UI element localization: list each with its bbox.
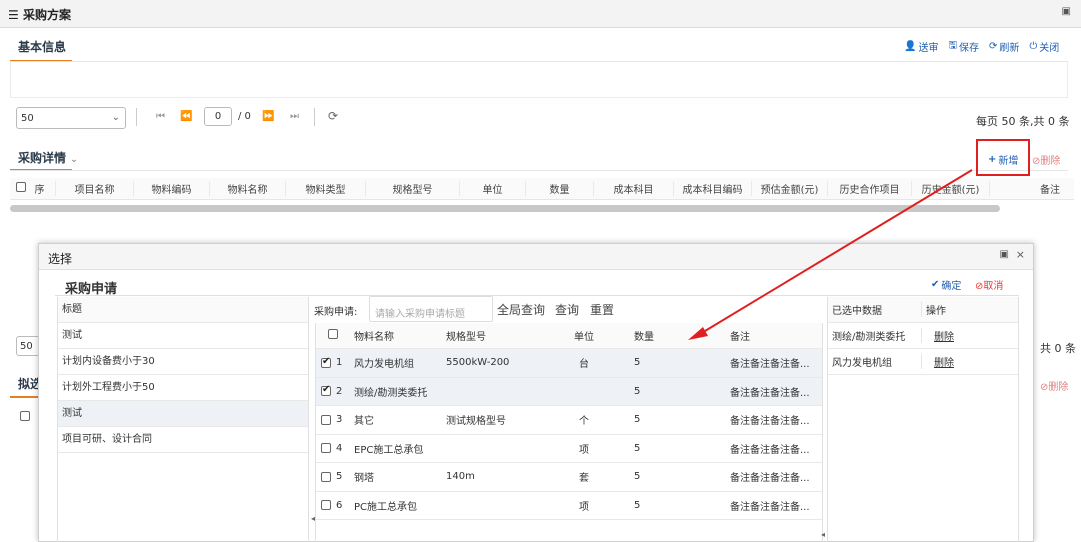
annotation-arrow	[688, 169, 973, 340]
